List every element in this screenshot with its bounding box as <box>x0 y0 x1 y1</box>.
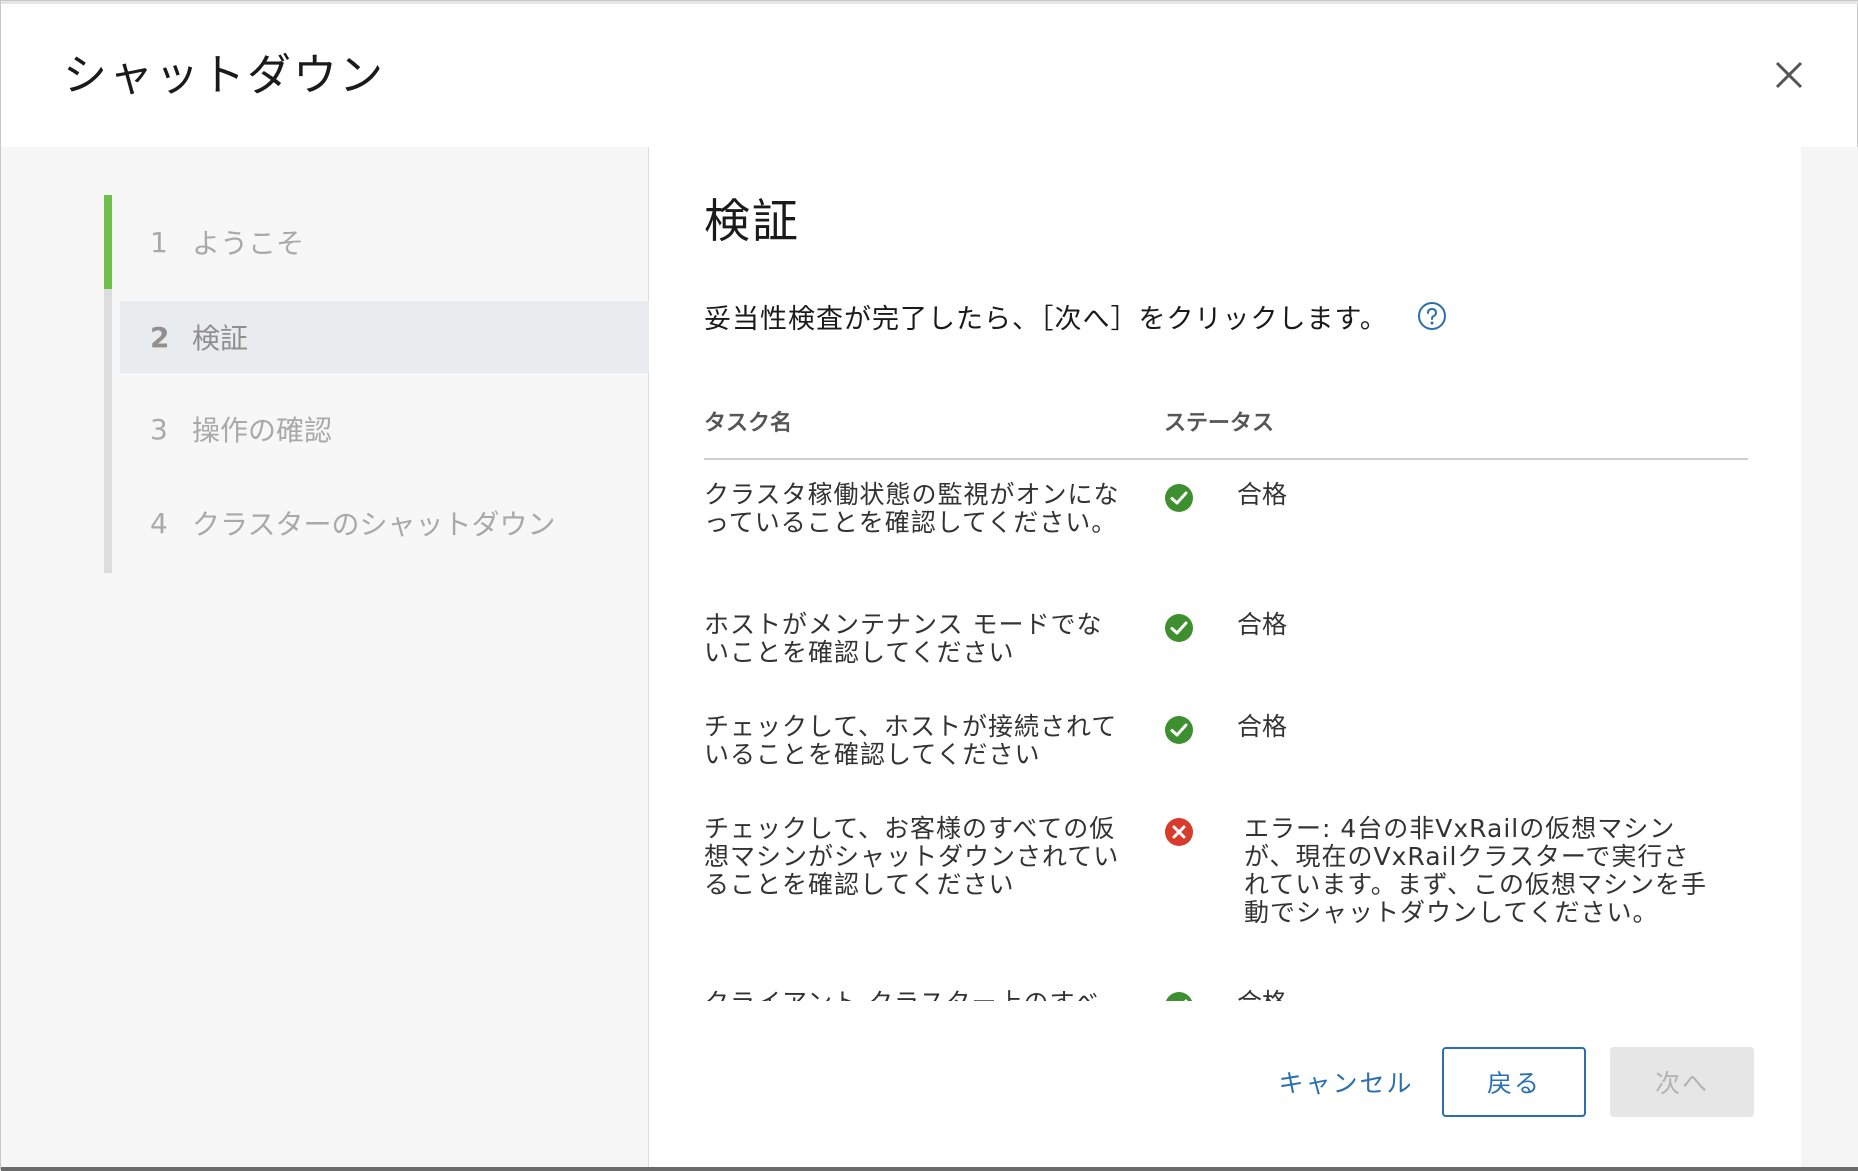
help-button[interactable] <box>1417 301 1447 331</box>
step-label: 検証 <box>192 322 249 355</box>
status-text: 合格 <box>1237 480 1288 509</box>
top-rule <box>1 1 1858 4</box>
right-gutter <box>1801 147 1858 1171</box>
task-name: クラスタ稼働状態の監視がオンになっていることを確認してください。 <box>704 480 1120 537</box>
step-rail-progress <box>104 195 112 289</box>
close-button[interactable] <box>1767 53 1811 97</box>
step-label: クラスターのシャットダウン <box>192 508 556 541</box>
check-circle-icon <box>1165 716 1193 744</box>
status-text: 合格 <box>1237 989 1287 1002</box>
column-header-task: タスク名 <box>704 411 793 436</box>
step-label: ようこそ <box>192 227 305 260</box>
step-number: 1 <box>150 225 168 259</box>
error-circle-icon <box>1165 818 1193 846</box>
task-name: ホストがメンテナンス モードでないことを確認してください <box>704 610 1103 667</box>
status-text: 合格 <box>1237 610 1288 639</box>
status-text: エラー: 4台の非VxRailの仮想マシンが、現在のVxRailクラスターで実行… <box>1244 814 1708 927</box>
help-circle-icon <box>1418 302 1446 330</box>
step-label: 操作の確認 <box>192 414 333 447</box>
pass-status <box>1164 991 1194 1001</box>
dialog-title: シャットダウン <box>63 50 385 101</box>
step-number: 4 <box>150 506 168 540</box>
step-number: 2 <box>150 320 170 354</box>
step-validation[interactable]: 2 検証 <box>120 301 649 373</box>
task-name: チェックして、お客様のすべての仮想マシンがシャットダウンされていることを確認して… <box>704 814 1120 899</box>
check-circle-icon <box>1165 614 1193 642</box>
shutdown-dialog: シャットダウン 1 ようこそ 2 検証 3 操作の確認 4 クラスターのシャット… <box>0 0 1858 1171</box>
check-circle-icon <box>1165 484 1193 512</box>
task-name: クライアント クラスター上のすべ <box>704 989 1124 1002</box>
pass-status <box>1164 715 1194 745</box>
page-title: 検証 <box>704 194 800 248</box>
step-welcome[interactable]: 1 ようこそ <box>120 206 649 278</box>
status-text: 合格 <box>1237 712 1288 741</box>
next-button: 次へ <box>1610 1047 1754 1117</box>
close-icon <box>1775 61 1803 89</box>
instruction-text: 妥当性検査が完了したら、［次へ］をクリックします。 <box>704 304 1388 335</box>
header-divider <box>704 458 1748 460</box>
step-cluster-shutdown[interactable]: 4 クラスターのシャットダウン <box>120 487 649 559</box>
step-confirm-action[interactable]: 3 操作の確認 <box>120 393 649 465</box>
column-header-status: ステータス <box>1164 411 1275 436</box>
validation-table-body[interactable]: クラスタ稼働状態の監視がオンになっていることを確認してください。 合格 ホストが… <box>704 461 1748 1001</box>
task-name: チェックして、ホストが接続されていることを確認してください <box>704 712 1118 769</box>
step-number: 3 <box>150 412 168 446</box>
check-circle-icon <box>1165 992 1193 1001</box>
bottom-edge <box>1 1167 1858 1171</box>
back-button[interactable]: 戻る <box>1442 1047 1586 1117</box>
error-status <box>1164 817 1194 847</box>
pass-status <box>1164 613 1194 643</box>
cancel-button[interactable]: キャンセル <box>1271 1047 1421 1117</box>
pass-status <box>1164 483 1194 513</box>
